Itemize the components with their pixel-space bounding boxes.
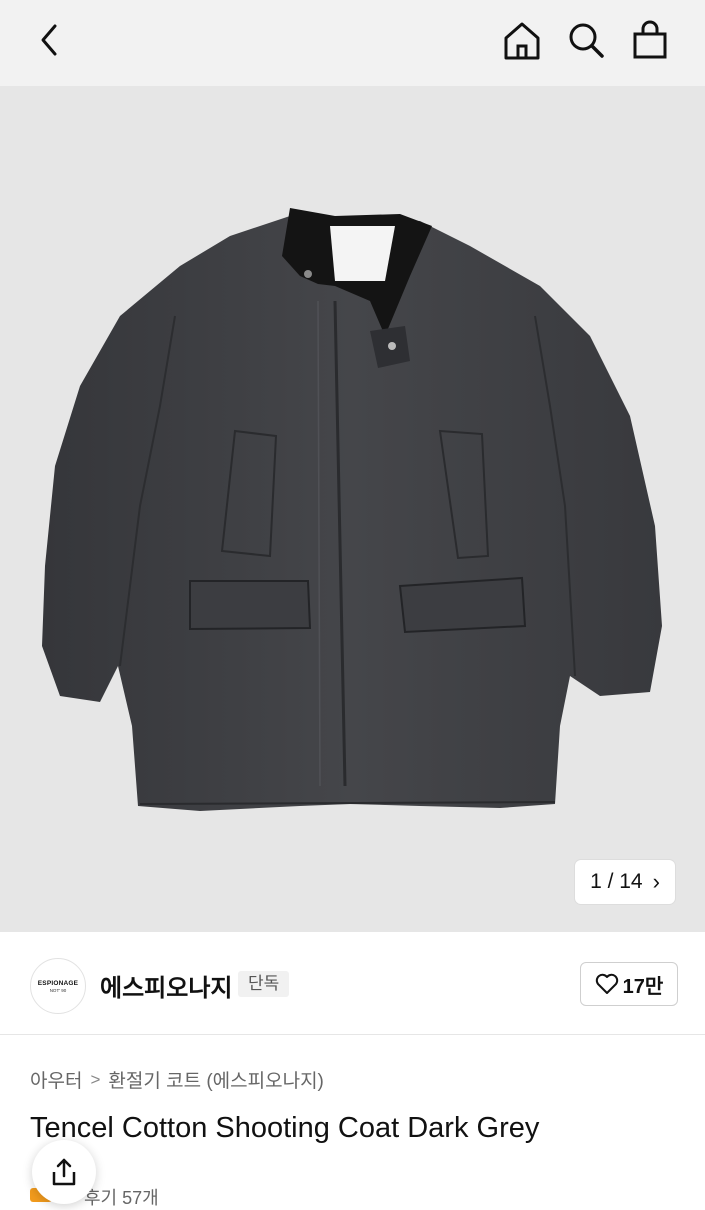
image-counter[interactable]: 1 / 14 › [575, 860, 675, 904]
brand-logo-line2: NOT' 90 [49, 987, 67, 993]
product-image-gallery[interactable] [0, 86, 705, 932]
share-icon [52, 1158, 76, 1186]
brand-logo[interactable]: ESPIONAGE NOT' 90 [30, 958, 86, 1014]
breadcrumb-category[interactable]: 아우터 [30, 1066, 82, 1093]
like-button[interactable]: 17만 [580, 962, 678, 1006]
brand-name-link[interactable]: 에스피오나지 [100, 968, 232, 1003]
breadcrumb-separator: > [90, 1069, 101, 1089]
exclusive-badge: 단독 [238, 971, 290, 997]
search-icon[interactable] [564, 18, 608, 62]
share-button[interactable] [32, 1140, 96, 1204]
top-navigation-bar [0, 0, 705, 86]
brand-logo-line1: ESPIONAGE [37, 979, 79, 987]
home-icon[interactable] [500, 18, 544, 62]
product-title: Tencel Cotton Shooting Coat Dark Grey [30, 1112, 540, 1144]
chevron-right-icon: › [652, 869, 660, 894]
brand-row: ESPIONAGE NOT' 90 에스피오나지 단독 17만 [0, 932, 705, 1035]
image-counter-text: 1 / 14 [590, 870, 643, 893]
heart-icon [595, 973, 618, 994]
like-count: 17만 [622, 975, 664, 998]
shopping-bag-icon[interactable] [628, 18, 672, 62]
back-icon[interactable] [28, 18, 72, 62]
breadcrumb-subcategory[interactable]: 환절기 코트 (에스피오나지) [108, 1066, 324, 1093]
breadcrumb: 아우터 > 환절기 코트 (에스피오나지) [30, 1066, 324, 1093]
product-image [0, 86, 705, 932]
review-count-link[interactable]: 후기 57개 [84, 1184, 159, 1210]
